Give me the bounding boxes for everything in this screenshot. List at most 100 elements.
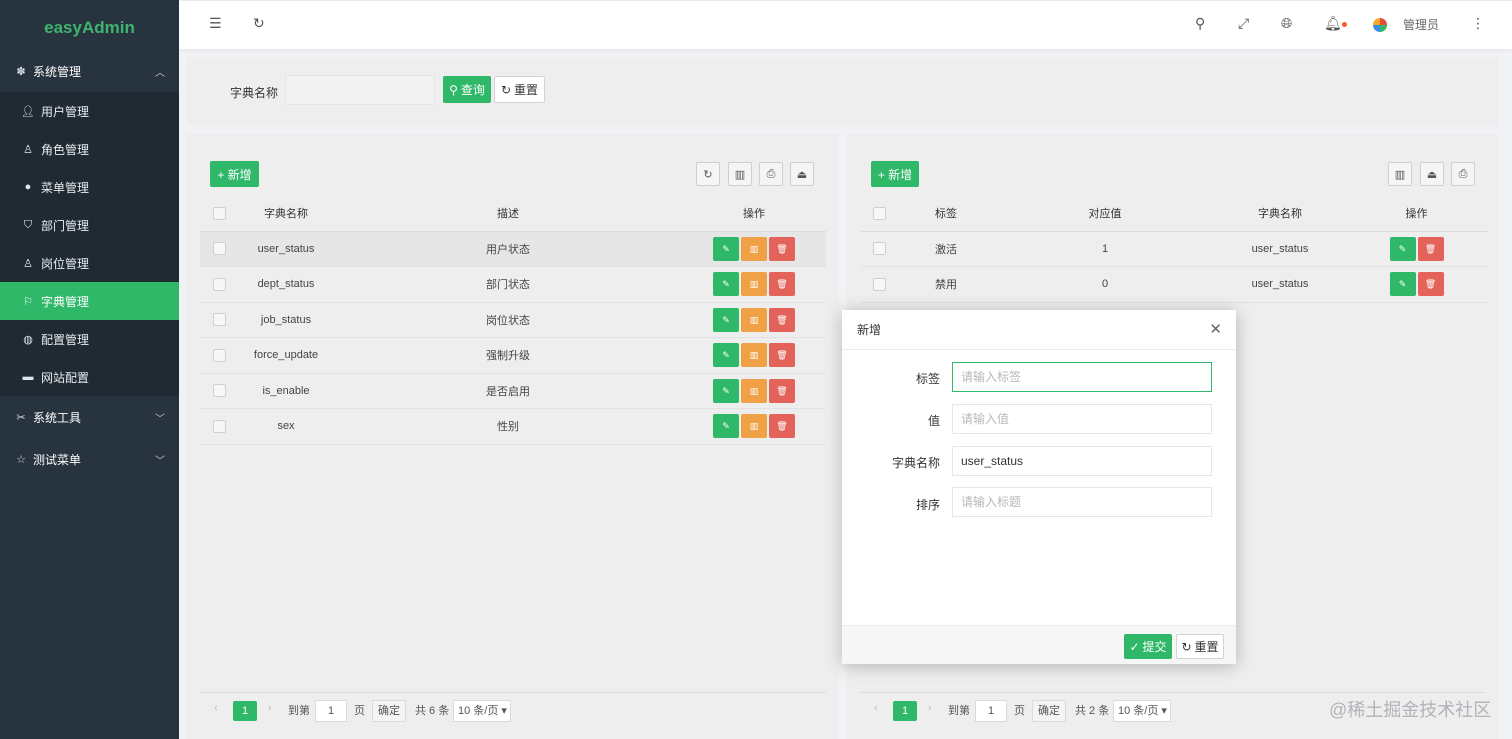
table-row[interactable]: is_enable 是否启用 ✎ ▥ 🗑︎ <box>200 373 826 409</box>
goto-confirm-button[interactable]: 确定 <box>1032 700 1066 722</box>
row-checkbox[interactable] <box>200 231 238 267</box>
refresh-icon[interactable]: ↻ <box>253 15 265 32</box>
page-size-select[interactable]: 10 条/页 ▾ <box>1113 700 1171 722</box>
goto-page-input[interactable]: 1 <box>315 700 347 722</box>
actions-cell: ✎ 🗑︎ <box>1345 231 1488 267</box>
add-modal: 新增 ✕ 标签 请输入标签 值 请输入值 字典名称 user_status 排序… <box>842 310 1236 664</box>
tag-input[interactable]: 请输入标签 <box>952 362 1212 392</box>
query-button[interactable]: ⚲ 查询 <box>443 76 491 103</box>
list-button[interactable]: ▥ <box>741 236 767 261</box>
edit-button[interactable]: ✎ <box>1389 272 1416 297</box>
table-row[interactable]: force_update 强制升级 ✎ ▥ 🗑︎ <box>200 337 826 374</box>
next-page-icon[interactable]: › <box>268 702 272 714</box>
delete-button[interactable]: 🗑︎ <box>1417 236 1444 261</box>
current-page[interactable]: 1 <box>233 701 257 721</box>
edit-button[interactable]: ✎ <box>713 414 739 439</box>
edit-button[interactable]: ✎ <box>713 307 739 332</box>
row-checkbox[interactable] <box>200 337 238 374</box>
value-input[interactable]: 请输入值 <box>952 404 1212 434</box>
notification-dot <box>1342 22 1347 27</box>
bell-icon[interactable]: 🔔︎ <box>1324 15 1342 32</box>
edit-button[interactable]: ✎ <box>713 272 739 297</box>
goto-label: 到第 <box>288 705 310 717</box>
add-dictionary-button[interactable]: + 新增 <box>210 161 259 187</box>
row-checkbox[interactable] <box>200 266 238 303</box>
export-button[interactable]: ⏏ <box>1420 162 1444 186</box>
search-icon[interactable]: ⚲ <box>1195 15 1205 32</box>
prev-page-icon[interactable]: ‹ <box>214 702 218 714</box>
row-checkbox[interactable] <box>861 266 897 303</box>
list-button[interactable]: ▥ <box>741 272 767 297</box>
prev-page-icon[interactable]: ‹ <box>874 702 878 714</box>
delete-button[interactable]: 🗑︎ <box>769 378 795 403</box>
site-icon: ▬ <box>22 371 34 383</box>
row-checkbox[interactable] <box>200 373 238 409</box>
dict-name-search-input[interactable] <box>285 75 435 105</box>
menu-group-system[interactable]: ✽ 系统管理 ︿ <box>0 50 179 92</box>
columns-button[interactable]: ▥ <box>1388 162 1412 186</box>
sort-input[interactable]: 请输入标题 <box>952 487 1212 517</box>
print-button[interactable]: ⎙ <box>759 162 783 186</box>
avatar[interactable] <box>1373 18 1387 32</box>
row-checkbox[interactable] <box>861 231 897 267</box>
table-row[interactable]: sex 性别 ✎ ▥ 🗑︎ <box>200 408 826 445</box>
sidebar-item-departments[interactable]: ⛉ 部门管理 <box>0 206 179 244</box>
next-page-icon[interactable]: › <box>928 702 932 714</box>
collapse-menu-icon[interactable]: ☰ <box>209 15 222 32</box>
print-button[interactable]: ⎙ <box>1451 162 1475 186</box>
sidebar-item-dictionary[interactable]: ⚐ 字典管理 <box>0 282 179 320</box>
edit-button[interactable]: ✎ <box>713 343 739 368</box>
sidebar-item-posts[interactable]: ♙ 岗位管理 <box>0 244 179 282</box>
goto-page-input[interactable]: 1 <box>975 700 1007 722</box>
delete-button[interactable]: 🗑︎ <box>769 343 795 368</box>
modal-reset-button[interactable]: ↻ 重置 <box>1176 634 1224 659</box>
app-logo[interactable]: easyAdmin <box>0 0 179 50</box>
list-button[interactable]: ▥ <box>741 378 767 403</box>
delete-button[interactable]: 🗑︎ <box>769 272 795 297</box>
edit-button[interactable]: ✎ <box>713 236 739 261</box>
delete-button[interactable]: 🗑︎ <box>769 307 795 332</box>
add-data-button[interactable]: + 新增 <box>871 161 919 187</box>
delete-button[interactable]: 🗑︎ <box>1417 272 1444 297</box>
more-icon[interactable]: ⋮ <box>1471 15 1485 32</box>
dict-name-input[interactable]: user_status <box>952 446 1212 476</box>
sidebar-item-config[interactable]: ◍ 配置管理 <box>0 320 179 358</box>
globe-icon[interactable]: 🌐︎ <box>1281 15 1292 32</box>
table-row[interactable]: 激活 1 user_status ✎ 🗑︎ <box>861 231 1488 267</box>
delete-button[interactable]: 🗑︎ <box>769 414 795 439</box>
menu-group-test[interactable]: ☆ 测试菜单 ﹀ <box>0 438 179 480</box>
list-button[interactable]: ▥ <box>741 307 767 332</box>
gear-icon: ✽ <box>16 65 26 78</box>
select-all-checkbox[interactable] <box>200 196 238 232</box>
current-page[interactable]: 1 <box>893 701 917 721</box>
submit-button[interactable]: ✓ 提交 <box>1124 634 1172 659</box>
refresh-table-button[interactable]: ↻ <box>696 162 720 186</box>
user-name[interactable]: 管理员 <box>1403 16 1439 33</box>
columns-button[interactable]: ▥ <box>728 162 752 186</box>
menu-group-tools[interactable]: ✂ 系统工具 ﹀ <box>0 396 179 438</box>
edit-button[interactable]: ✎ <box>713 378 739 403</box>
row-checkbox[interactable] <box>200 302 238 338</box>
close-icon[interactable]: ✕ <box>1209 310 1222 350</box>
goto-confirm-button[interactable]: 确定 <box>372 700 406 722</box>
sidebar-item-roles[interactable]: ♙ 角色管理 <box>0 130 179 168</box>
shield-icon: ⛉ <box>23 218 33 231</box>
fullscreen-icon[interactable]: ⤢ <box>1238 15 1249 32</box>
export-button[interactable]: ⏏ <box>790 162 814 186</box>
page-size-select[interactable]: 10 条/页 ▾ <box>453 700 511 722</box>
table-row[interactable]: job_status 岗位状态 ✎ ▥ 🗑︎ <box>200 302 826 338</box>
list-button[interactable]: ▥ <box>741 343 767 368</box>
sidebar-item-menus[interactable]: ● 菜单管理 <box>0 168 179 206</box>
list-button[interactable]: ▥ <box>741 414 767 439</box>
sidebar-item-label: 菜单管理 <box>41 180 90 195</box>
table-row[interactable]: user_status 用户状态 ✎ ▥ 🗑︎ <box>200 231 826 267</box>
delete-button[interactable]: 🗑︎ <box>769 236 795 261</box>
edit-button[interactable]: ✎ <box>1389 236 1416 261</box>
row-checkbox[interactable] <box>200 408 238 445</box>
reset-button[interactable]: ↻ 重置 <box>494 76 545 103</box>
table-row[interactable]: dept_status 部门状态 ✎ ▥ 🗑︎ <box>200 266 826 303</box>
sidebar-item-site[interactable]: ▬ 网站配置 <box>0 358 179 396</box>
select-all-checkbox[interactable] <box>861 196 897 232</box>
sidebar-item-users[interactable]: 👤︎ 用户管理 <box>0 92 179 130</box>
table-row[interactable]: 禁用 0 user_status ✎ 🗑︎ <box>861 266 1488 303</box>
